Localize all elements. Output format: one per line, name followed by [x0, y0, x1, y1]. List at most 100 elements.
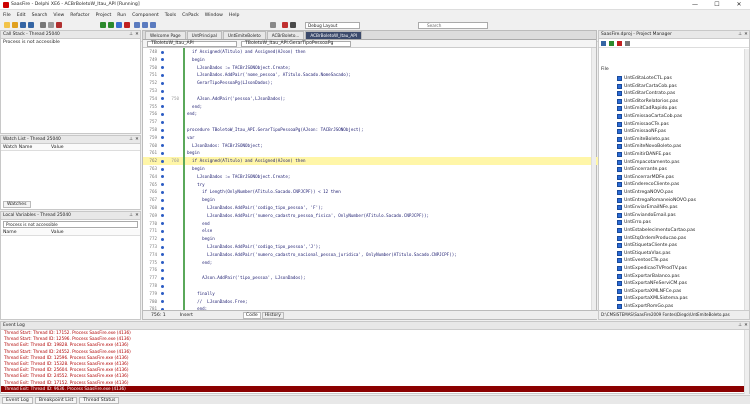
code-line[interactable]: 769 LJsonDados.AddPair('numero_cadastro_… [143, 211, 598, 220]
breakpoint-dot-icon[interactable] [161, 284, 164, 288]
stop-icon[interactable] [124, 22, 130, 28]
run-to-cursor-icon[interactable] [150, 22, 156, 28]
project-file-item[interactable]: UntEtiquetaVlas.pas [617, 250, 671, 257]
close-icon[interactable]: ✕ [743, 323, 749, 328]
breakpoint-dot-icon[interactable] [161, 229, 164, 233]
minimize-button[interactable]: — [684, 1, 706, 8]
project-file-item[interactable]: UntEstabelecimentoCartao.pas [617, 227, 695, 234]
project-file-item[interactable]: UntEncerrarMDFe.pas [617, 174, 674, 181]
code-line[interactable]: 774 LJsonDados.AddPair('numero_cadastro_… [143, 250, 598, 259]
breakpoint-dot-icon[interactable] [161, 159, 164, 163]
tree-root-file[interactable]: File [601, 67, 609, 72]
local-value-column[interactable]: Value [51, 230, 99, 235]
project-file-item[interactable]: UntEditarContrato.pas [617, 90, 675, 97]
breakpoint-dot-icon[interactable] [161, 198, 164, 202]
code-line[interactable]: 770 end [143, 219, 598, 228]
local-name-column[interactable]: Name [3, 230, 51, 235]
event-log-line[interactable]: Thread Exit: Thread ID: 9636. Process Sa… [1, 385, 749, 392]
project-file-item[interactable]: UntEnviarEmailNFe.pas [617, 204, 678, 211]
breakpoint-dot-icon[interactable] [161, 105, 164, 109]
code-line[interactable]: 773 LJsonDados.AddPair('codigo_tipo_pess… [143, 243, 598, 251]
breakpoint-dot-icon[interactable] [161, 151, 164, 155]
tab-welcome-page[interactable]: Welcome Page [145, 31, 186, 39]
open-icon[interactable] [12, 22, 18, 28]
tab-untprincipal[interactable]: UntPrincipal [186, 31, 222, 39]
breakpoint-dot-icon[interactable] [161, 128, 164, 132]
remove-file-icon[interactable] [56, 22, 62, 28]
project-file-item[interactable]: UntExportaXMLNFCe.pas [617, 288, 681, 295]
new-file-icon[interactable] [4, 22, 10, 28]
project-file-item[interactable]: UntEtqOrdemProducao.pas [617, 235, 686, 242]
tab-thread-status[interactable]: Thread Status [79, 396, 120, 404]
code-line[interactable]: 758 procedure TBoletoW_Itau_API.GerarTipo… [143, 126, 598, 134]
project-file-item[interactable]: UntEtiquetaCliente.pas [617, 242, 677, 249]
breakpoint-dot-icon[interactable] [161, 214, 164, 218]
breakpoint-dot-icon[interactable] [161, 300, 164, 304]
menu-project[interactable]: Project [96, 13, 112, 18]
tab-breakpoint-list[interactable]: Breakpoint List [34, 396, 78, 404]
project-file-item[interactable]: UntExpedicaoTVProdTV.pas [617, 265, 687, 272]
editor-scrollbar[interactable] [591, 48, 596, 310]
project-file-item[interactable]: UntEmitCadRapido.pas [617, 105, 677, 112]
menu-file[interactable]: File [3, 13, 11, 18]
menu-cnpack[interactable]: CnPack [182, 13, 199, 18]
code-line[interactable]: 751 LJsonDados.AddPair('nome_pessoa', AT… [143, 71, 598, 80]
breakpoint-dot-icon[interactable] [161, 66, 164, 70]
run-icon[interactable] [100, 22, 106, 28]
breakpoint-dot-icon[interactable] [161, 112, 164, 116]
step-over-icon[interactable] [134, 22, 140, 28]
breakpoint-dot-icon[interactable] [161, 206, 164, 210]
menu-component[interactable]: Component [132, 13, 159, 18]
project-file-item[interactable]: UntEntregaRomaneioNOVO.pas [617, 197, 696, 204]
menu-window[interactable]: Window [205, 13, 223, 18]
component-icon[interactable] [270, 22, 276, 28]
breakpoint-dot-icon[interactable] [161, 50, 164, 54]
breakpoint-dot-icon[interactable] [161, 89, 164, 93]
project-file-item[interactable]: UntEmiteBoleto.pas [617, 136, 670, 143]
breakpoint-dot-icon[interactable] [161, 261, 164, 265]
code-line[interactable]: 763 begin [143, 165, 598, 173]
sync-icon[interactable] [625, 40, 630, 46]
code-line[interactable]: 753 [143, 87, 598, 95]
code-line[interactable]: 764 LJsonDados := TACBrJSONObject.Create… [143, 172, 598, 181]
menu-run[interactable]: Run [117, 13, 126, 18]
project-file-item[interactable]: UntEncerrante.pas [617, 166, 667, 173]
menu-tools[interactable]: Tools [165, 13, 176, 18]
code-line[interactable]: 778 [143, 282, 598, 290]
breakpoint-dot-icon[interactable] [161, 73, 164, 77]
watch-value-column[interactable]: Value [51, 145, 99, 150]
breakpoint-dot-icon[interactable] [161, 190, 164, 194]
code-line[interactable]: 767 begin [143, 196, 598, 204]
code-line[interactable]: 760 LJsonDados: TACBrJSONObject; [143, 141, 598, 150]
breakpoint-dot-icon[interactable] [161, 268, 164, 272]
project-file-item[interactable]: UntExportRomGo.pas [617, 303, 673, 310]
layout-combo[interactable]: Debug Layout [305, 22, 360, 29]
add-file-icon[interactable] [48, 22, 54, 28]
project-file-item[interactable]: UntEmissaoCTe.pas [617, 121, 669, 128]
project-file-item[interactable]: UntEmitirDANFE.pas [617, 151, 671, 158]
code-line[interactable]: 768 LJsonDados.AddPair('codigo_tipo_pess… [143, 204, 598, 212]
save-all-icon[interactable] [28, 22, 34, 28]
code-line[interactable]: 776 [143, 266, 598, 275]
breakpoint-dot-icon[interactable] [161, 222, 164, 226]
breakpoint-dot-icon[interactable] [161, 253, 164, 257]
project-file-item[interactable]: UntEditarCartaCob.pas [617, 83, 677, 90]
code-line[interactable]: 750 LJsonDados := TACBrJSONObject.Create… [143, 63, 598, 72]
code-line[interactable]: 749 begin [143, 55, 598, 64]
code-line[interactable]: 762 760 if Assigned(ATitulo) and Assigned… [143, 157, 598, 165]
project-file-item[interactable]: UntExportaXMLSistema.pas [617, 295, 688, 302]
method-selector[interactable]: TBoletoW_Itau_API.GerarTipoPessoaPg [241, 40, 351, 47]
project-file-item[interactable]: UntEditorRelatorios.pas [617, 98, 678, 105]
close-icon[interactable]: ✕ [134, 213, 140, 218]
add-icon[interactable] [609, 40, 614, 46]
project-file-item[interactable]: UntEmissaoNF.pas [617, 128, 666, 135]
code-line[interactable]: 757 [143, 118, 598, 126]
code-line[interactable]: 771 else [143, 227, 598, 236]
code-line[interactable]: 748 if Assigned(ATitulo) and Assigned(AJ… [143, 48, 598, 56]
menu-help[interactable]: Help [229, 13, 239, 18]
code-line[interactable]: 765 try [143, 180, 598, 189]
project-file-item[interactable]: UntEmiteNovoBoleto.pas [617, 143, 681, 150]
project-file-item[interactable]: UntEnviandoEmail.pas [617, 212, 676, 219]
code-line[interactable]: 777 AJson.AddPair('tipo_pessoa', LJsonDa… [143, 274, 598, 282]
breakpoint-dot-icon[interactable] [161, 183, 164, 187]
